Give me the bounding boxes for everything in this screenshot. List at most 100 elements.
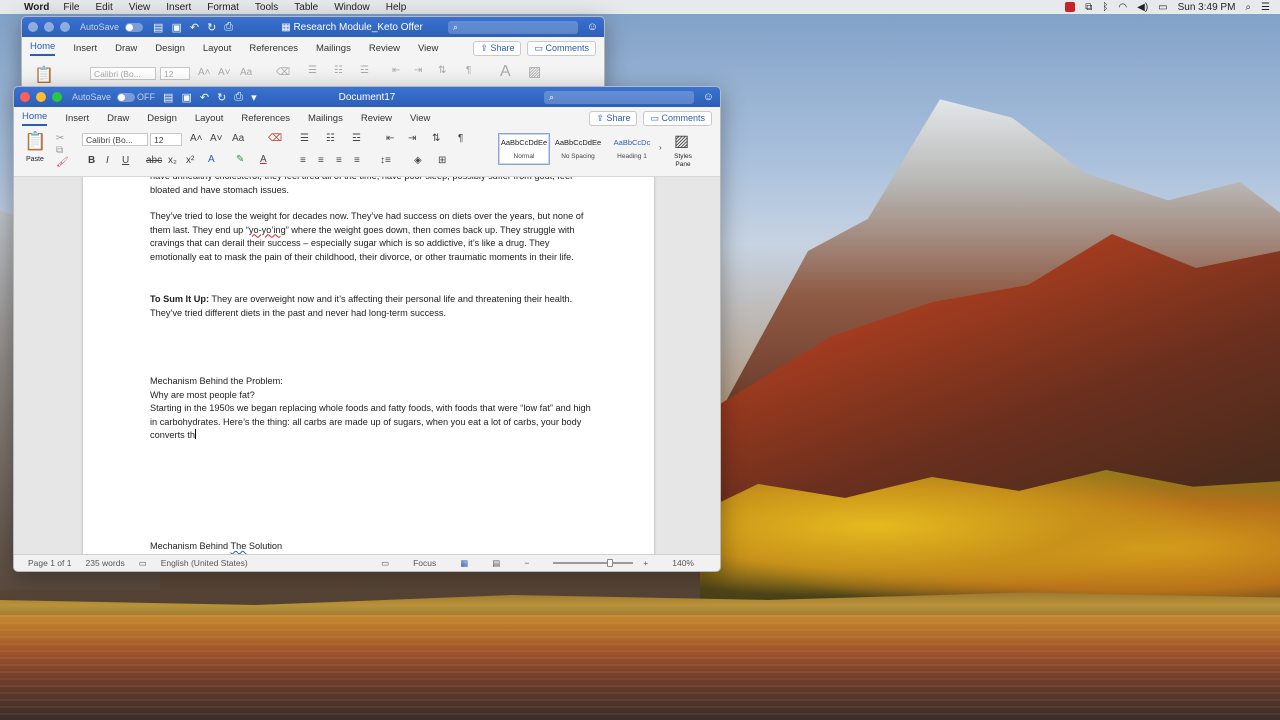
record-status-icon[interactable] [1065,2,1076,12]
page-count[interactable]: Page 1 of 1 [28,558,71,568]
paste-label[interactable]: Paste [26,156,44,163]
bluetooth-icon[interactable]: ᛒ [1102,2,1108,13]
save-icon[interactable]: ▣ [181,91,191,104]
align-left-icon[interactable]: ≡ [300,155,306,166]
clear-formatting-icon[interactable]: ⌫ [268,133,282,144]
language-indicator[interactable]: English (United States) [161,558,248,568]
undo-icon[interactable]: ↶ [200,91,209,104]
front-word-window[interactable]: AutoSave OFF ▤ ▣ ↶ ↻ ⎙ ▾ Document17 ⌕ ☺ … [13,86,721,572]
zoom-out-icon[interactable]: − [524,558,529,568]
battery-icon[interactable]: ▭ [1158,2,1167,13]
superscript-button[interactable]: x² [186,155,194,166]
back-save-icon[interactable]: ▣ [171,21,181,34]
back-outdent-icon[interactable]: ⇤ [392,65,400,76]
back-styles-icon[interactable]: A [500,63,511,81]
back-tab-design[interactable]: Design [155,43,185,54]
print-layout-view-icon[interactable]: ▦ [460,558,468,569]
print-icon[interactable]: ⎙ [234,91,243,104]
web-layout-view-icon[interactable]: ▤ [492,558,500,569]
back-search-field[interactable]: ⌕ [448,20,578,34]
cut-icon[interactable]: ✂ [56,133,64,144]
tab-review[interactable]: Review [361,113,392,124]
font-color-icon[interactable]: A [260,154,267,165]
user-icon[interactable]: ☺ [703,91,714,103]
back-sort-icon[interactable]: ⇅ [438,65,446,76]
styles-pane-label[interactable]: Styles Pane [668,153,698,169]
numbering-icon[interactable]: ☷ [326,133,335,144]
paragraph-intro-cont[interactable]: have unhealthy cholesterol, they feel ti… [150,177,592,197]
back-redo-icon[interactable]: ↻ [207,21,216,34]
back-grow-font-icon[interactable]: A˄ [198,67,211,78]
back-window-titlebar[interactable]: AutoSave ▤ ▣ ↶ ↻ ⎙ ▦ Research Module_Ket… [22,17,604,37]
underline-button[interactable]: U [122,155,129,166]
heading-mechanism-problem[interactable]: Mechanism Behind the Problem: [150,375,592,389]
align-right-icon[interactable]: ≡ [336,155,342,166]
back-minimize-button[interactable] [44,22,54,32]
paragraph-mechanism-body[interactable]: Starting in the 1950s we began replacing… [150,402,592,443]
back-font-size[interactable]: 12 [160,67,190,80]
back-multilevel-icon[interactable]: ☲ [360,65,369,76]
autosave-toggle[interactable] [117,92,136,102]
back-shrink-font-icon[interactable]: A˅ [218,67,231,78]
front-window-titlebar[interactable]: AutoSave OFF ▤ ▣ ↶ ↻ ⎙ ▾ Document17 ⌕ ☺ [14,87,720,107]
menu-window[interactable]: Window [334,2,370,13]
tab-layout[interactable]: Layout [195,113,224,124]
grow-font-icon[interactable]: A˄ [190,133,203,144]
format-painter-icon[interactable]: 🖌 [56,157,69,168]
menu-table[interactable]: Table [294,2,318,13]
notification-center-icon[interactable]: ☰ [1261,2,1270,13]
style-no-spacing[interactable]: AaBbCcDdEe No Spacing [552,133,604,165]
line-spacing-icon[interactable]: ↕≡ [380,155,391,166]
back-sidebar-icon[interactable]: ▤ [153,21,163,34]
bullets-icon[interactable]: ☰ [300,133,309,144]
back-autosave-toggle[interactable] [125,22,144,32]
tab-draw[interactable]: Draw [107,113,129,124]
menu-insert[interactable]: Insert [166,2,191,13]
style-normal[interactable]: AaBbCcDdEe Normal [498,133,550,165]
back-indent-icon[interactable]: ⇥ [414,65,422,76]
proofing-icon[interactable]: ▭ [139,558,147,569]
wifi-icon[interactable]: ◠ [1118,2,1127,13]
screen-share-icon[interactable]: ⧉ [1085,2,1092,13]
strikethrough-button[interactable]: abc [146,155,162,166]
zoom-button[interactable] [52,92,62,102]
tab-design[interactable]: Design [147,113,177,124]
back-word-window[interactable]: AutoSave ▤ ▣ ↶ ↻ ⎙ ▦ Research Module_Ket… [21,16,605,92]
increase-indent-icon[interactable]: ⇥ [408,133,416,144]
back-close-button[interactable] [28,22,38,32]
focus-icon[interactable]: ▭ [381,558,389,569]
italic-button[interactable]: I [106,155,109,166]
sidebar-icon[interactable]: ▤ [163,91,173,104]
zoom-in-icon[interactable]: + [643,558,648,568]
menu-view[interactable]: View [129,2,151,13]
customize-toolbar-icon[interactable]: ▾ [251,91,257,104]
subscript-button[interactable]: x₂ [168,155,177,166]
zoom-level[interactable]: 140% [672,558,694,568]
menu-help[interactable]: Help [386,2,407,13]
tab-view[interactable]: View [410,113,430,124]
back-clear-format-icon[interactable]: ⌫ [276,67,290,78]
document-page[interactable]: have unhealthy cholesterol, they feel ti… [83,177,654,556]
document-area[interactable]: have unhealthy cholesterol, they feel ti… [14,177,720,556]
back-user-icon[interactable]: ☺ [587,21,598,33]
align-center-icon[interactable]: ≡ [318,155,324,166]
spelling-error-yo-yoing[interactable]: yo-yo’ing [249,225,286,235]
sort-icon[interactable]: ⇅ [432,133,440,144]
share-button[interactable]: ⇪ Share [589,110,638,126]
back-zoom-button[interactable] [60,22,70,32]
back-styles-pane-icon[interactable]: ▨ [528,63,541,80]
back-tab-insert[interactable]: Insert [73,43,97,54]
tab-insert[interactable]: Insert [65,113,89,124]
search-field[interactable]: ⌕ [544,90,694,104]
shading-icon[interactable]: ◈ [414,155,422,166]
decrease-indent-icon[interactable]: ⇤ [386,133,394,144]
paragraph-sum-it-up[interactable]: To Sum It Up: They are overweight now an… [150,293,592,320]
menu-clock[interactable]: Sun 3:49 PM [1178,2,1236,13]
font-name-select[interactable]: Calibri (Bo... [82,133,148,146]
back-tab-references[interactable]: References [249,43,298,54]
tab-home[interactable]: Home [22,111,48,126]
bold-button[interactable]: B [88,155,95,166]
back-tab-review[interactable]: Review [369,43,400,54]
back-share-button[interactable]: ⇪ Share [473,40,522,56]
zoom-slider[interactable] [553,559,634,567]
